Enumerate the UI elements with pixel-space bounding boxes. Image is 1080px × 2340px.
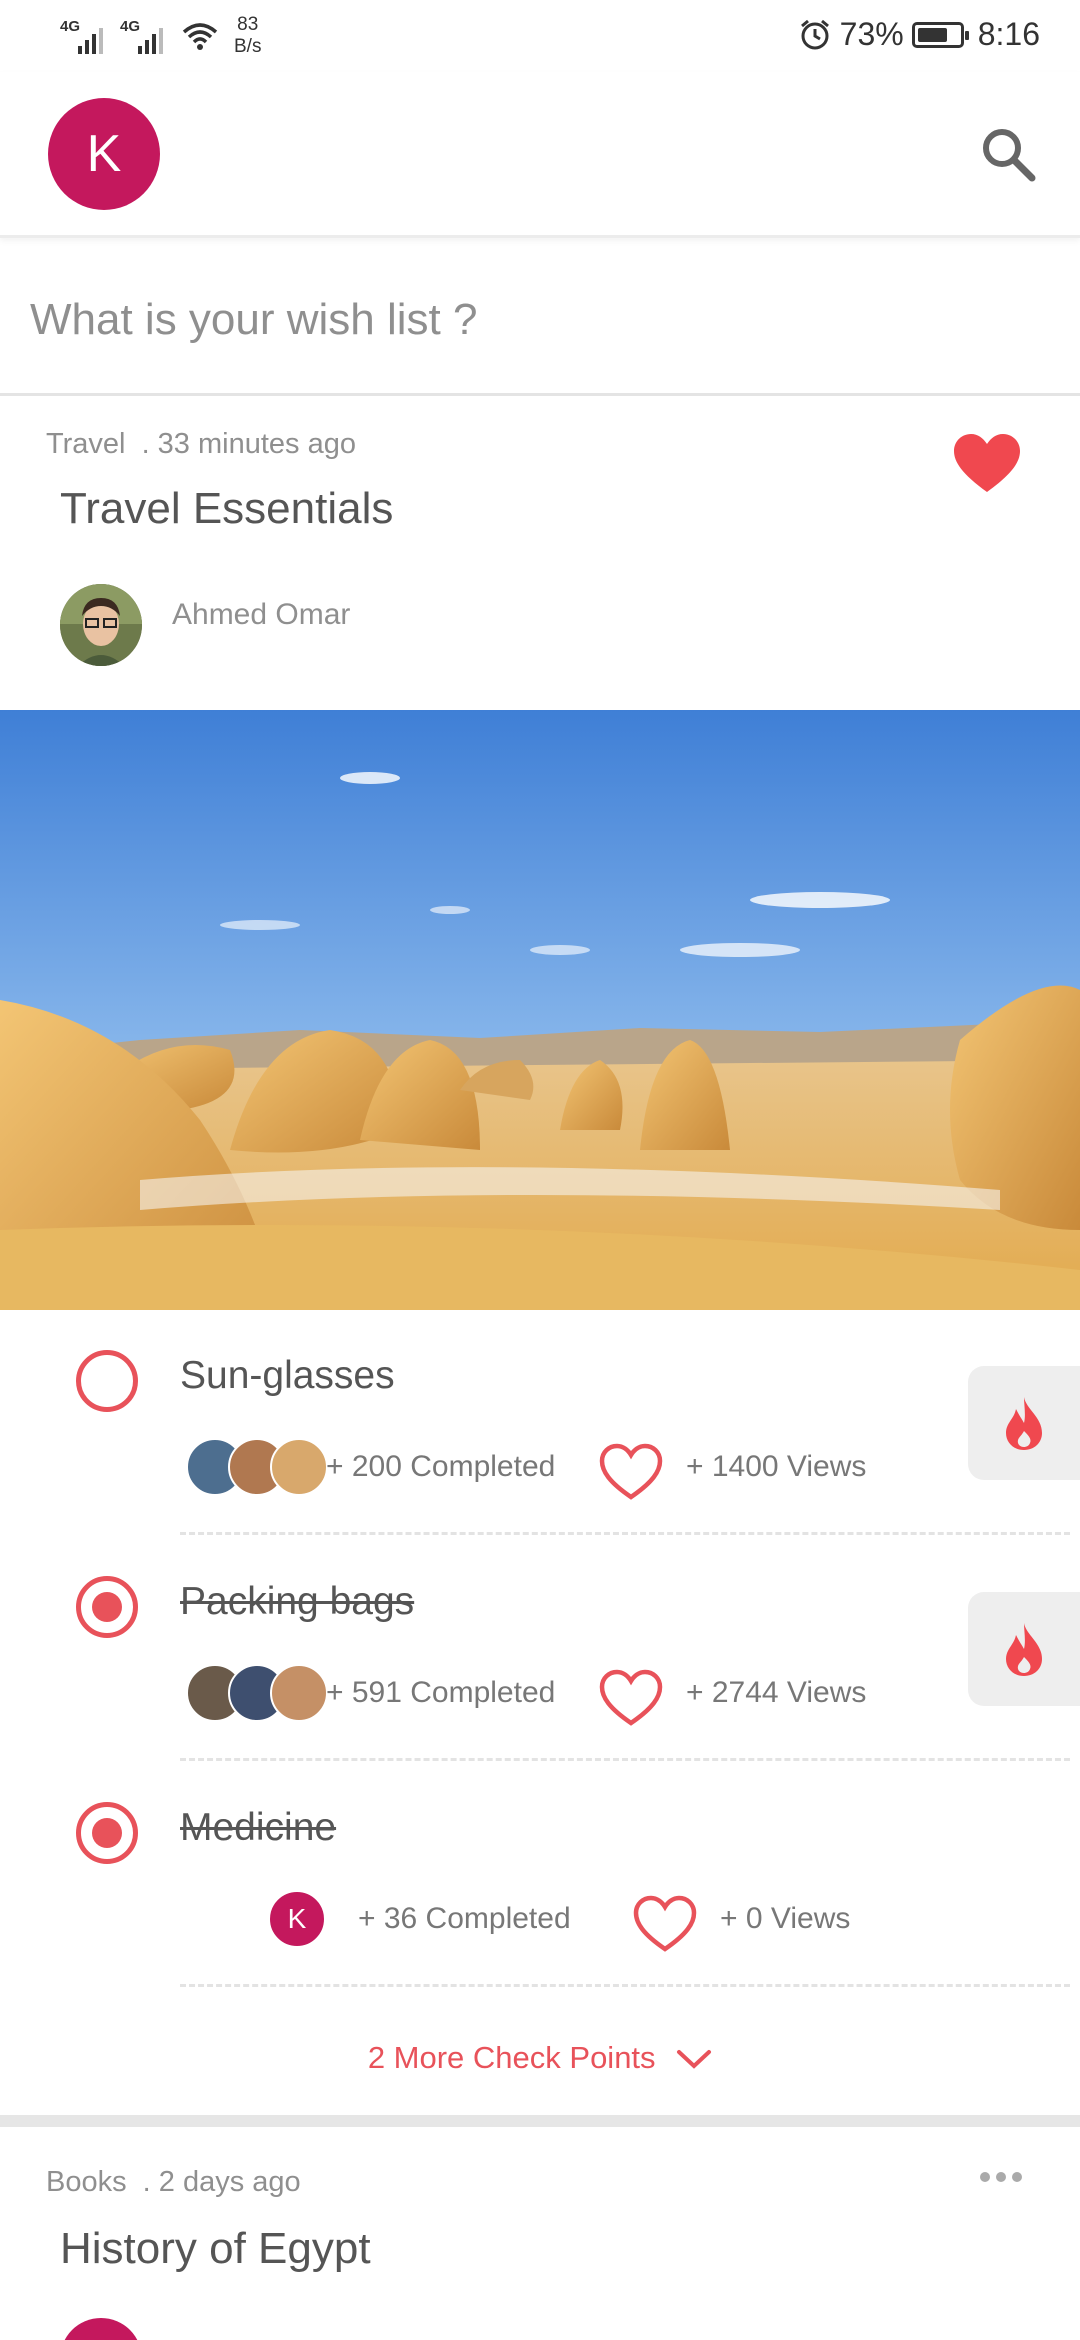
author-avatar[interactable] [60, 584, 142, 666]
post-category[interactable]: Travel [46, 428, 126, 460]
views-count: + 1400 Views [686, 1450, 867, 1483]
checklist-item: Packing bags + 591 Completed + 2744 View… [0, 1536, 1080, 1762]
post-title[interactable]: Travel Essentials [60, 484, 393, 534]
network-type-label: 4G [60, 18, 81, 35]
post-image[interactable] [0, 710, 1080, 1310]
views-count: + 2744 Views [686, 1676, 867, 1709]
completed-count: + 36 Completed [358, 1902, 571, 1935]
heart-outline-icon[interactable] [598, 1442, 664, 1502]
fire-icon [1006, 1397, 1042, 1450]
author-name[interactable]: Ahmed Omar [172, 598, 350, 632]
completed-count: + 591 Completed [326, 1676, 556, 1709]
search-icon[interactable] [976, 122, 1040, 186]
views-count: + 0 Views [720, 1902, 851, 1935]
check-radio[interactable] [76, 1576, 138, 1638]
speed-unit: B/s [234, 36, 262, 57]
post-meta: Books . 2 days ago [46, 2166, 301, 2199]
completed-avatars[interactable] [186, 1664, 328, 1724]
cell-signal-icon: 4G [120, 14, 170, 54]
heart-outline-icon[interactable] [632, 1894, 698, 1954]
heart-outline-icon[interactable] [598, 1668, 664, 1728]
completed-avatars[interactable] [186, 1438, 328, 1498]
battery-icon [911, 21, 969, 48]
app-bar: K [0, 72, 1080, 238]
chevron-down-icon [677, 2049, 712, 2069]
network-type-label: 4G [120, 18, 141, 35]
profile-avatar[interactable]: K [48, 98, 160, 210]
post-meta: Travel . 33 minutes ago [46, 428, 356, 461]
divider [180, 1758, 1070, 1761]
fire-icon [1006, 1623, 1042, 1676]
wish-input-container [0, 240, 1080, 396]
post-category[interactable]: Books [46, 2166, 127, 2198]
card-separator [0, 2115, 1080, 2127]
post-time: . 33 minutes ago [141, 428, 356, 460]
completed-count: + 200 Completed [326, 1450, 556, 1483]
status-bar: 4G 4G 83 B/s 73% 8:16 [0, 0, 1080, 72]
check-radio[interactable] [76, 1350, 138, 1412]
favorite-heart-icon[interactable] [952, 432, 1022, 496]
trending-button[interactable] [968, 1592, 1080, 1706]
divider [180, 1532, 1070, 1535]
checklist-item-title[interactable]: Sun-glasses [180, 1354, 395, 1398]
alarm-icon [800, 19, 829, 49]
cell-signal-icon: 4G [60, 14, 110, 54]
wifi-icon [182, 23, 218, 50]
avatar-letter: K [86, 125, 122, 183]
battery-percent: 73% [839, 16, 904, 52]
checklist-item: Medicine K + 36 Completed + 0 Views [0, 1762, 1080, 1988]
more-checkpoints-button[interactable]: 2 More Check Points [0, 2040, 1080, 2076]
author-avatar[interactable] [60, 2318, 142, 2340]
checklist-item-title[interactable]: Packing bags [180, 1580, 414, 1624]
wish-list-input[interactable] [30, 290, 1030, 350]
user-avatar: K [268, 1890, 326, 1948]
post-time: . 2 days ago [142, 2166, 301, 2198]
user-avatar [270, 1664, 328, 1722]
checklist-item-title[interactable]: Medicine [180, 1806, 336, 1850]
divider [180, 1984, 1070, 1987]
avatar-letter: K [287, 1903, 307, 1934]
clock: 8:16 [977, 16, 1040, 52]
checklist-item: Sun-glasses + 200 Completed + 1400 Views [0, 1310, 1080, 1536]
trending-button[interactable] [968, 1366, 1080, 1480]
completed-avatars[interactable]: K [268, 1890, 326, 1950]
check-radio[interactable] [76, 1802, 138, 1864]
more-options-icon[interactable] [980, 2172, 1022, 2182]
more-checkpoints-label: 2 More Check Points [367, 2040, 656, 2075]
user-avatar [270, 1438, 328, 1496]
network-speed: 83 B/s [234, 14, 261, 58]
post-title[interactable]: History of Egypt [60, 2224, 371, 2274]
speed-value: 83 [237, 14, 259, 35]
